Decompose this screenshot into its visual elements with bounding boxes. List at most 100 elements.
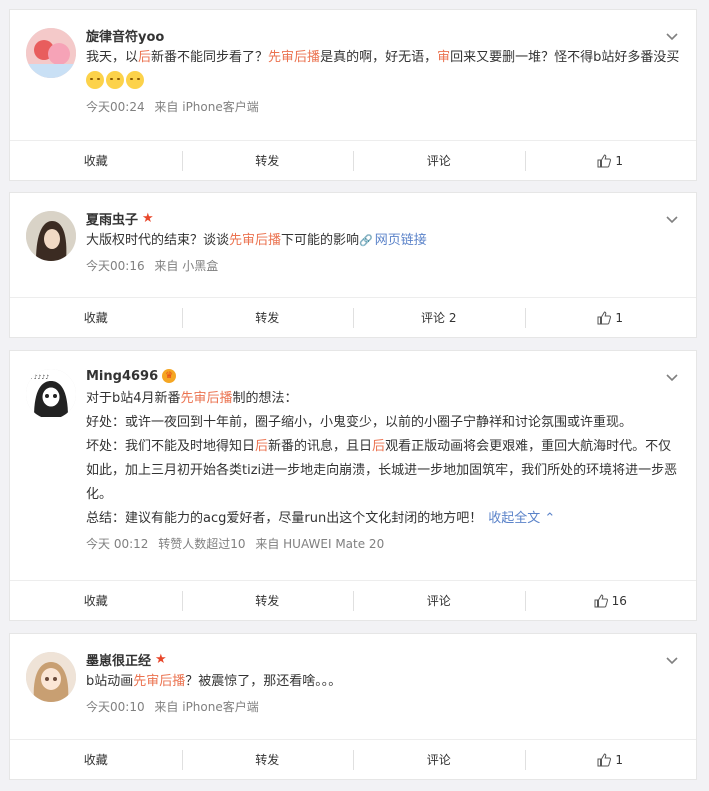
comment-button[interactable]: 评论 xyxy=(353,141,525,180)
collect-button[interactable]: 收藏 xyxy=(10,581,182,620)
username[interactable]: 旋律音符yoo xyxy=(86,26,164,45)
crown-icon: ♛ xyxy=(162,369,177,383)
content-text: 好处：或许一夜回到十年前，圈子缩小，小鬼变少，以前的小圈子宁静祥和讨论氛围或许重… xyxy=(86,415,633,430)
repost-label: 转发 xyxy=(255,311,280,325)
like-button[interactable]: 1 xyxy=(524,141,697,180)
username[interactable]: 墨崽很正经 xyxy=(86,650,151,669)
keyword-highlight: 先审后播 xyxy=(229,233,282,248)
collect-label: 收藏 xyxy=(83,311,108,325)
post-meta: 今天 00:12 转赞人数超过10 来自 HUAWEI Mate 20 xyxy=(86,533,680,555)
keyword-highlight: 先审后播 xyxy=(133,674,186,689)
post-meta: 今天00:16 来自 小黑盒 xyxy=(86,255,680,277)
thumbs-up-icon xyxy=(597,153,612,167)
like-count: 1 xyxy=(615,310,624,325)
chevron-down-icon[interactable] xyxy=(666,654,678,666)
keyword-highlight: 后 xyxy=(255,439,269,454)
svg-text:♪♪♪♪♪: ♪♪♪♪♪ xyxy=(30,374,49,381)
star-icon: ★ xyxy=(155,651,167,667)
emoji-icon xyxy=(86,71,104,89)
like-button[interactable]: 1 xyxy=(524,740,697,779)
content-paragraph: 坏处：我们不能及时地得知日后新番的讯息，且日后观看正版动画将会更艰难，重回大航海… xyxy=(86,435,680,507)
content-paragraph: 我天，以后新番不能同步看了？先审后播是真的啊，好无语，审回来又要删一堆？怪不得b… xyxy=(86,46,680,94)
post-time[interactable]: 今天 00:12 xyxy=(86,537,148,551)
web-link[interactable]: 🔗 网页链接 xyxy=(359,233,427,248)
chevron-down-icon[interactable] xyxy=(666,371,678,383)
post-content: 大版权时代的结束？谈谈先审后播下可能的影响🔗 网页链接 xyxy=(86,229,680,253)
collect-label: 收藏 xyxy=(83,154,108,168)
content-paragraph: 好处：或许一夜回到十年前，圈子缩小，小鬼变少，以前的小圈子宁静祥和讨论氛围或许重… xyxy=(86,411,680,435)
post-content: b站动画先审后播？被震惊了，那还看啥。。。 xyxy=(86,670,680,694)
content-text: 回来又要删一堆？怪不得b站好多番没买 xyxy=(450,50,680,65)
content-paragraph: b站动画先审后播？被震惊了，那还看啥。。。 xyxy=(86,670,680,694)
star-icon: ★ xyxy=(142,210,154,226)
post-time[interactable]: 今天00:10 xyxy=(86,700,145,714)
avatar[interactable] xyxy=(26,28,76,78)
post-time[interactable]: 今天00:24 xyxy=(86,100,145,114)
post-meta: 今天00:24 来自 iPhone客户端 xyxy=(86,96,680,118)
content-paragraph: 对于b站4月新番先审后播制的想法： xyxy=(86,387,680,411)
repost-label: 转发 xyxy=(255,594,280,608)
post-card: 夏雨虫子 ★ 大版权时代的结束？谈谈先审后播下可能的影响🔗 网页链接 今天00:1… xyxy=(9,192,697,338)
content-text: 坏处：我们不能及时地得知日 xyxy=(86,439,256,454)
like-count: 1 xyxy=(615,153,624,168)
repost-label: 转发 xyxy=(255,154,280,168)
collect-button[interactable]: 收藏 xyxy=(10,740,182,779)
comment-button[interactable]: 评论 xyxy=(353,581,525,620)
emoji-icon xyxy=(126,71,144,89)
post-meta: 今天00:10 来自 iPhone客户端 xyxy=(86,696,680,718)
content-text: 总结：建议有能力的acg爱好者，尽量run出这个文化封闭的地方吧！ xyxy=(86,511,483,526)
comment-label: 评论 xyxy=(426,154,451,168)
emoji-icon xyxy=(106,71,124,89)
link-icon: 🔗 xyxy=(359,234,373,247)
collect-button[interactable]: 收藏 xyxy=(10,141,182,180)
content-text: 我天，以 xyxy=(86,50,139,65)
post-content: 我天，以后新番不能同步看了？先审后播是真的啊，好无语，审回来又要删一堆？怪不得b… xyxy=(86,46,680,94)
post-source: 来自 HUAWEI Mate 20 xyxy=(255,537,385,551)
content-text: 是真的啊，好无语， xyxy=(320,50,438,65)
keyword-highlight: 后 xyxy=(138,50,152,65)
content-paragraph: 总结：建议有能力的acg爱好者，尽量run出这个文化封闭的地方吧！ 收起全文 ⌃ xyxy=(86,507,680,531)
content-text: 新番的讯息，且日 xyxy=(268,439,373,454)
collapse-link[interactable]: 收起全文 ⌃ xyxy=(488,511,555,526)
comment-button[interactable]: 评论 xyxy=(353,740,525,779)
like-button[interactable]: 16 xyxy=(524,581,697,620)
post-source: 来自 iPhone客户端 xyxy=(154,700,259,714)
repost-button[interactable]: 转发 xyxy=(181,298,354,337)
avatar[interactable]: ♪♪♪♪♪ xyxy=(26,369,76,419)
thumbs-up-icon xyxy=(594,593,608,607)
repost-button[interactable]: 转发 xyxy=(181,141,354,180)
username[interactable]: Ming4696 xyxy=(86,369,158,384)
keyword-highlight: 审 xyxy=(437,50,451,65)
content-paragraph: 大版权时代的结束？谈谈先审后播下可能的影响🔗 网页链接 xyxy=(86,229,680,253)
action-bar: 收藏 转发 评论 16 xyxy=(10,580,696,620)
post-content: 对于b站4月新番先审后播制的想法： 好处：或许一夜回到十年前，圈子缩小，小鬼变少，… xyxy=(86,387,680,531)
content-text: ？被震惊了，那还看啥。。。 xyxy=(185,674,342,689)
chevron-down-icon[interactable] xyxy=(666,30,678,42)
like-button[interactable]: 1 xyxy=(524,298,697,337)
chevron-up-icon: ⌃ xyxy=(540,511,556,526)
collect-label: 收藏 xyxy=(83,594,108,608)
keyword-highlight: 先审后播 xyxy=(268,50,321,65)
keyword-highlight: 先审后播 xyxy=(180,391,233,406)
post-card: ♪♪♪♪♪ Ming4696 ♛ 对于b站4月新番先审后播制的想法： 好处：或许一… xyxy=(9,350,697,621)
weibo-feed: 旋律音符yoo 我天，以后新番不能同步看了？先审后播是真的啊，好无语，审回来又要… xyxy=(0,0,709,791)
username[interactable]: 夏雨虫子 xyxy=(86,209,138,228)
repost-button[interactable]: 转发 xyxy=(181,581,354,620)
comment-button[interactable]: 评论 2 xyxy=(353,298,525,337)
collect-label: 收藏 xyxy=(83,753,108,767)
web-link-label: 网页链接 xyxy=(374,233,427,248)
avatar[interactable] xyxy=(26,211,76,261)
content-text: 对于b站4月新番 xyxy=(86,391,181,406)
avatar[interactable] xyxy=(26,652,76,702)
post-time[interactable]: 今天00:16 xyxy=(86,259,145,273)
like-count: 16 xyxy=(611,593,627,608)
content-text: 下可能的影响 xyxy=(281,233,360,248)
post-card: 旋律音符yoo 我天，以后新番不能同步看了？先审后播是真的啊，好无语，审回来又要… xyxy=(9,9,697,181)
thumbs-up-icon xyxy=(597,752,612,766)
collect-button[interactable]: 收藏 xyxy=(10,298,182,337)
repost-stat: 转赞人数超过10 xyxy=(158,537,246,551)
chevron-down-icon[interactable] xyxy=(666,213,678,225)
repost-button[interactable]: 转发 xyxy=(181,740,354,779)
action-bar: 收藏 转发 评论 1 xyxy=(10,140,696,180)
action-bar: 收藏 转发 评论 2 1 xyxy=(10,297,696,337)
